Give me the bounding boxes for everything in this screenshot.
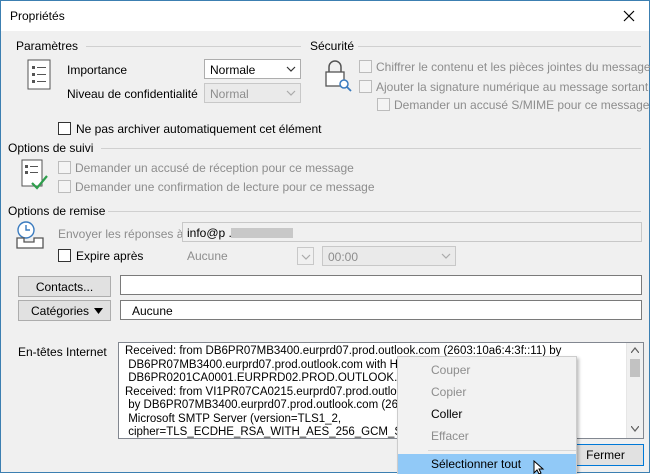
caret-down-icon xyxy=(94,308,103,314)
headers-scrollbar[interactable] xyxy=(626,343,643,438)
delivery-receipt-checkbox[interactable] xyxy=(58,161,71,174)
expire-date-value: Aucune xyxy=(187,249,228,263)
menu-item-select-all[interactable]: Sélectionner tout xyxy=(398,454,576,474)
signature-label: Ajouter la signature numérique au messag… xyxy=(376,80,649,94)
menu-separator xyxy=(428,450,576,451)
tracking-checklist-icon xyxy=(21,159,48,190)
chevron-down-icon xyxy=(286,90,296,96)
encrypt-label: Chiffrer le contenu et les pièces jointe… xyxy=(376,60,650,74)
confidentiality-value: Normal xyxy=(210,87,249,101)
parametres-heading: Paramètres xyxy=(16,39,79,53)
scroll-up-icon[interactable] xyxy=(631,347,639,353)
expire-checkbox[interactable] xyxy=(58,249,71,262)
window-title: Propriétés xyxy=(10,9,65,23)
signature-checkbox[interactable] xyxy=(359,80,372,93)
suivi-heading: Options de suivi xyxy=(8,141,94,155)
scroll-down-icon[interactable] xyxy=(631,426,639,432)
chevron-down-icon xyxy=(286,66,296,72)
categories-value: Aucune xyxy=(132,304,173,318)
close-window-button[interactable] xyxy=(609,1,649,31)
menu-item-cut-label: Couper xyxy=(431,363,471,377)
confidentiality-select[interactable]: Normal xyxy=(204,83,301,103)
categories-button-label: Catégories xyxy=(31,303,90,318)
categories-button[interactable]: Catégories xyxy=(18,300,111,321)
contacts-field[interactable] xyxy=(120,275,642,295)
contacts-button[interactable]: Contacts... xyxy=(18,276,111,297)
menu-item-paste[interactable]: Coller xyxy=(398,403,576,425)
menu-item-clear[interactable]: Effacer xyxy=(398,425,576,447)
importance-value: Normale xyxy=(210,63,256,77)
expire-date-select[interactable]: Aucune xyxy=(181,246,315,266)
smime-label: Demander un accusé S/MIME pour ce messag… xyxy=(394,98,650,112)
expire-label: Expire après xyxy=(76,249,144,263)
importance-label: Importance xyxy=(67,63,128,77)
read-receipt-label: Demander une confirmation de lecture pou… xyxy=(75,180,375,194)
reply-to-label: Envoyer les réponses à xyxy=(58,227,184,241)
importance-select[interactable]: Normale xyxy=(204,59,301,79)
headers-label: En-têtes Internet xyxy=(18,345,107,359)
security-lock-icon xyxy=(325,60,352,92)
properties-icon xyxy=(27,59,51,90)
properties-dialog: Propriétés Paramètres Importance Normale… xyxy=(0,0,650,474)
expire-time-value: 00:00 xyxy=(328,250,359,264)
remise-heading: Options de remise xyxy=(8,204,106,218)
expire-date-dropdown[interactable] xyxy=(297,247,314,265)
categories-field[interactable]: Aucune xyxy=(120,300,642,320)
menu-item-paste-label: Coller xyxy=(431,407,463,421)
menu-item-copy[interactable]: Copier xyxy=(398,381,576,403)
title-bar: Propriétés xyxy=(1,1,649,31)
reply-to-field[interactable]: info@p .be xyxy=(182,222,642,242)
context-menu: Couper Copier Coller Effacer Sélectionne… xyxy=(397,356,577,474)
delivery-tray-icon xyxy=(16,221,44,249)
expire-time-select[interactable]: 00:00 xyxy=(322,246,456,266)
read-receipt-checkbox[interactable] xyxy=(58,180,71,193)
mouse-cursor-icon xyxy=(533,460,545,474)
encrypt-checkbox[interactable] xyxy=(359,60,372,73)
menu-item-copy-label: Copier xyxy=(431,385,467,399)
confidentiality-label: Niveau de confidentialité xyxy=(67,87,198,101)
chevron-down-icon xyxy=(441,253,451,259)
close-icon xyxy=(623,10,635,22)
menu-item-clear-label: Effacer xyxy=(431,429,469,443)
delivery-receipt-label: Demander un accusé de réception pour ce … xyxy=(75,161,354,175)
menu-item-select-all-label: Sélectionner tout xyxy=(431,457,522,471)
menu-item-cut[interactable]: Couper xyxy=(398,359,576,381)
smime-checkbox[interactable] xyxy=(377,98,390,111)
fermer-button[interactable]: Fermer xyxy=(567,444,644,466)
scroll-thumb[interactable] xyxy=(630,359,640,377)
redaction-block xyxy=(231,228,293,238)
chevron-down-icon xyxy=(301,254,311,260)
securite-heading: Sécurité xyxy=(310,39,355,53)
no-archive-label: Ne pas archiver automatiquement cet élém… xyxy=(76,122,322,136)
no-archive-checkbox[interactable] xyxy=(58,122,71,135)
